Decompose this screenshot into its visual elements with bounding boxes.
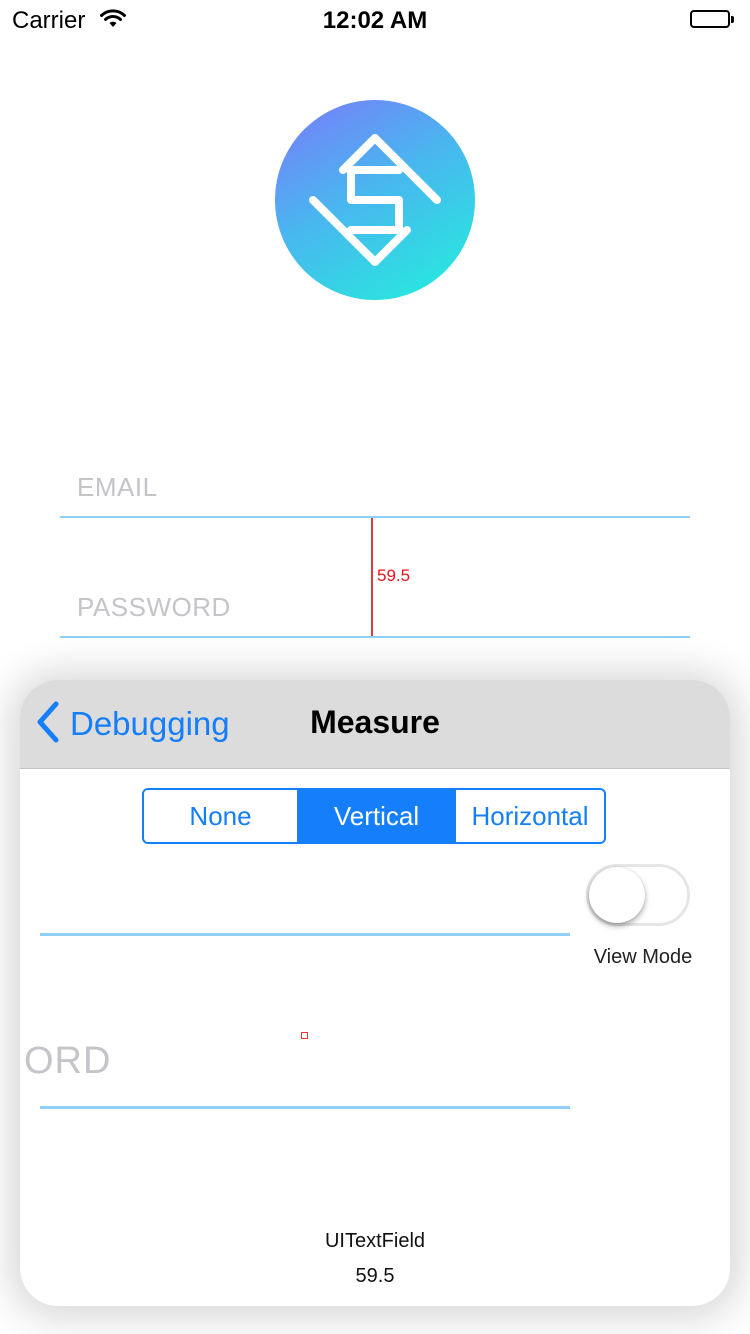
- password-placeholder: PASSWORD: [77, 592, 231, 622]
- segment-vertical[interactable]: Vertical: [298, 790, 456, 842]
- measure-mode-segmented-control: None Vertical Horizontal: [142, 788, 606, 844]
- status-time: 12:02 AM: [322, 7, 428, 34]
- view-mode-label: View Mode: [593, 946, 693, 968]
- magnified-email-underline: [40, 933, 570, 936]
- toggle-knob: [589, 867, 645, 923]
- segment-none[interactable]: None: [144, 790, 298, 842]
- battery-icon: [690, 10, 734, 30]
- measure-point-marker[interactable]: [301, 1032, 308, 1039]
- selected-measure-value: 59.5: [355, 1265, 395, 1287]
- magnified-password-text: ORD: [24, 1040, 112, 1082]
- dollar-s-diamond-icon: [309, 134, 441, 266]
- email-field[interactable]: [60, 516, 690, 518]
- app-logo: [275, 100, 475, 300]
- nav-bar: Debugging Measure: [20, 680, 730, 769]
- measure-panel: Debugging Measure None Vertical Horizont…: [20, 680, 730, 1306]
- status-bar: Carrier 12:02 AM: [0, 0, 750, 40]
- password-field[interactable]: [60, 636, 690, 638]
- magnified-password-underline: [40, 1106, 570, 1109]
- selected-view-class: UITextField: [324, 1230, 426, 1252]
- measure-value: 59.5: [377, 566, 411, 585]
- measure-guide-line: [371, 518, 373, 636]
- nav-title: Measure: [310, 704, 440, 740]
- view-mode-toggle[interactable]: [586, 864, 690, 926]
- segment-horizontal[interactable]: Horizontal: [456, 790, 604, 842]
- email-placeholder: EMAIL: [77, 472, 158, 502]
